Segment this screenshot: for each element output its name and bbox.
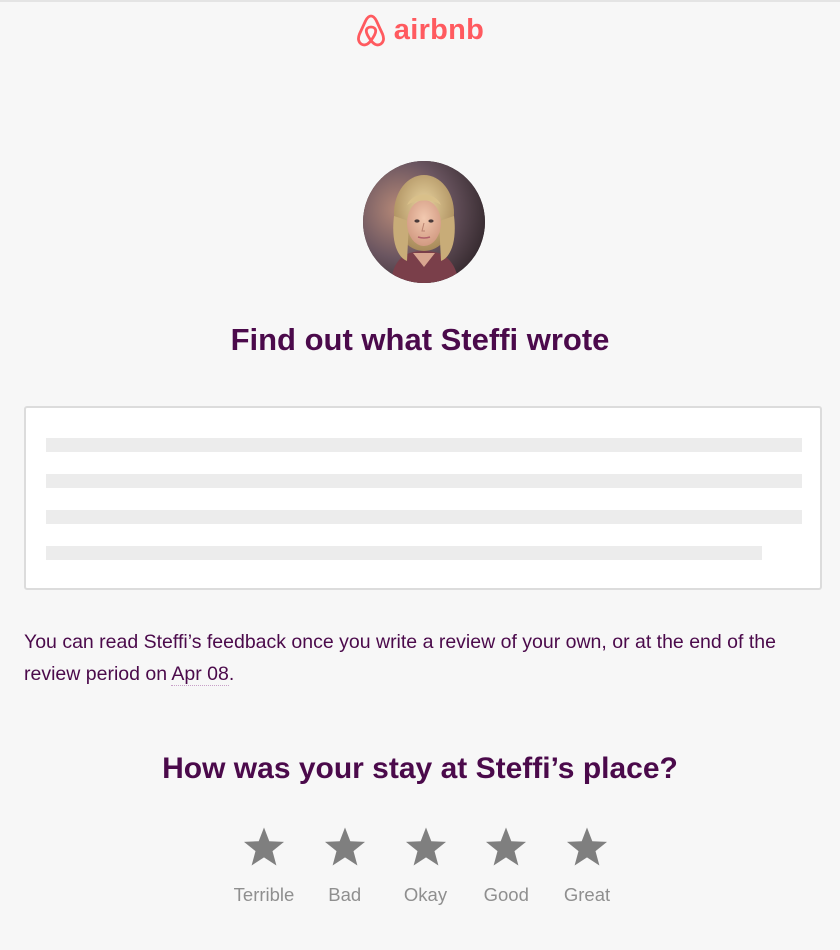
review-placeholder-line xyxy=(46,546,762,560)
rating-option-great[interactable]: Great xyxy=(547,826,627,936)
feedback-notice: You can read Steffi’s feedback once you … xyxy=(24,626,824,690)
airbnb-belo-icon xyxy=(356,14,385,47)
star-icon xyxy=(244,827,284,866)
rating-label: Okay xyxy=(403,884,448,905)
rating-question: How was your stay at Steffi’s place? xyxy=(162,752,678,785)
rating-option-terrible[interactable]: Terrible xyxy=(224,826,304,936)
star-icon xyxy=(486,827,527,866)
feedback-notice-end: . xyxy=(228,663,235,685)
star-icon xyxy=(405,827,446,866)
host-avatar xyxy=(363,161,485,283)
rating-label: Good xyxy=(483,884,529,905)
rating-option-okay[interactable]: Okay xyxy=(386,826,466,936)
star-icon xyxy=(567,827,607,866)
feedback-notice-text: You can read Steffi’s feedback once you … xyxy=(24,631,776,685)
review-placeholder-line xyxy=(46,438,802,452)
email-header: airbnb xyxy=(0,6,840,54)
airbnb-logo[interactable]: airbnb xyxy=(356,13,484,47)
star-rating: Terrible Bad Okay Good Great xyxy=(224,826,627,936)
locked-review-box xyxy=(24,406,822,590)
rating-label: Great xyxy=(563,884,611,905)
rating-option-bad[interactable]: Bad xyxy=(305,826,385,936)
top-divider xyxy=(0,0,840,2)
brand-name: airbnb xyxy=(393,13,485,46)
page-title: Find out what Steffi wrote xyxy=(230,322,610,357)
star-icon xyxy=(324,827,365,866)
rating-option-good[interactable]: Good xyxy=(466,826,546,936)
review-placeholder-line xyxy=(46,474,802,488)
review-deadline-date: Apr 08 xyxy=(171,663,229,686)
rating-label: Terrible xyxy=(233,884,295,905)
review-placeholder-line xyxy=(46,510,802,524)
rating-label: Bad xyxy=(328,884,362,905)
